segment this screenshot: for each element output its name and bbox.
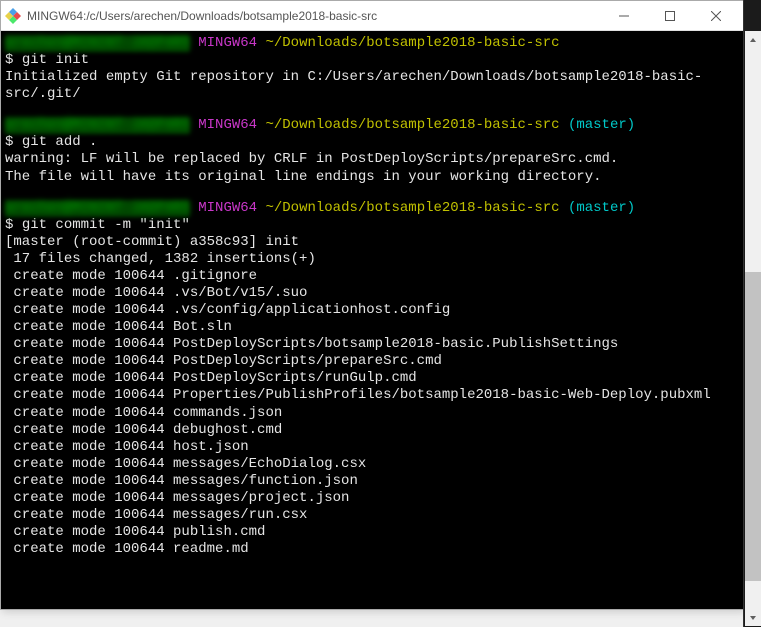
user-host: arechen@MININT-JADP4R5 <box>5 200 190 217</box>
scroll-down-button[interactable] <box>745 609 761 626</box>
prompt-command: $ git init <box>5 52 89 68</box>
terminal-window: MINGW64:/c/Users/arechen/Downloads/botsa… <box>0 0 744 610</box>
window-title: MINGW64:/c/Users/arechen/Downloads/botsa… <box>27 9 601 23</box>
cwd-path: ~/Downloads/botsample2018-basic-src <box>265 35 559 51</box>
command-output: warning: LF will be replaced by CRLF in … <box>5 151 618 184</box>
scrollbar-thumb[interactable] <box>745 272 761 581</box>
window-controls <box>601 1 739 30</box>
maximize-button[interactable] <box>647 1 693 30</box>
mingw-label: MINGW64 <box>198 117 257 133</box>
minimize-button[interactable] <box>601 1 647 30</box>
cwd-path: ~/Downloads/botsample2018-basic-src <box>265 117 559 133</box>
user-host: arechen@MININT-JADP4R5 <box>5 117 190 134</box>
command-output: Initialized empty Git repository in C:/U… <box>5 69 702 102</box>
mingw-label: MINGW64 <box>198 35 257 51</box>
scrollbar-track[interactable] <box>745 48 761 609</box>
cwd-path: ~/Downloads/botsample2018-basic-src <box>265 200 559 216</box>
app-icon <box>5 8 21 24</box>
scroll-up-button[interactable] <box>745 31 761 48</box>
git-branch: (master) <box>568 117 635 133</box>
prompt-command: $ git add . <box>5 134 97 150</box>
terminal-content[interactable]: arechen@MININT-JADP4R5 MINGW64 ~/Downloa… <box>1 31 743 609</box>
close-button[interactable] <box>693 1 739 30</box>
prompt-block: arechen@MININT-JADP4R5 MINGW64 ~/Downloa… <box>5 117 739 185</box>
prompt-block: arechen@MININT-JADP4R5 MINGW64 ~/Downloa… <box>5 35 739 103</box>
titlebar[interactable]: MINGW64:/c/Users/arechen/Downloads/botsa… <box>1 1 743 31</box>
vertical-scrollbar[interactable] <box>745 31 761 626</box>
mingw-label: MINGW64 <box>198 200 257 216</box>
user-host: arechen@MININT-JADP4R5 <box>5 35 190 52</box>
command-output: [master (root-commit) a358c93] init 17 f… <box>5 234 711 557</box>
git-branch: (master) <box>568 200 635 216</box>
prompt-block: arechen@MININT-JADP4R5 MINGW64 ~/Downloa… <box>5 200 739 559</box>
prompt-command: $ git commit -m "init" <box>5 217 190 233</box>
